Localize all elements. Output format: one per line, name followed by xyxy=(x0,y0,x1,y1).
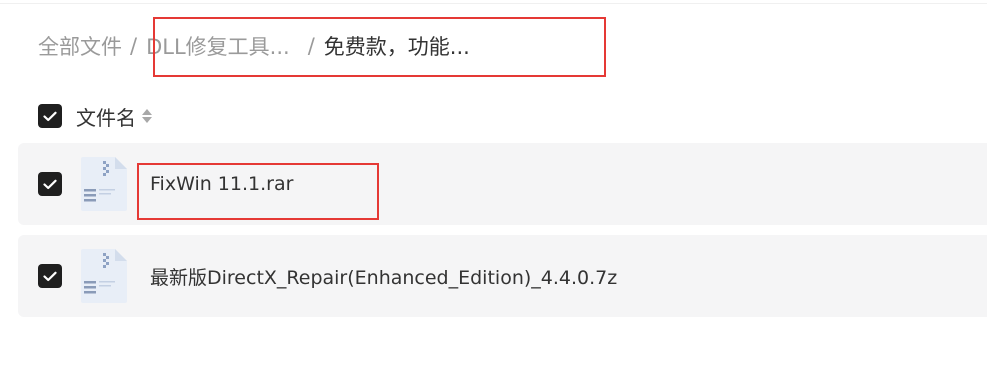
name-column-header[interactable]: 文件名 xyxy=(76,102,136,131)
file-checkbox[interactable] xyxy=(38,264,62,288)
checkmark-icon xyxy=(43,111,57,121)
checkmark-icon xyxy=(43,271,57,281)
file-name[interactable]: FixWin 11.1.rar xyxy=(150,173,293,195)
file-browser: 全部文件 / DLL修复工具... / 免费款，功能... 文件名 FixWin… xyxy=(0,0,987,383)
breadcrumb-root[interactable]: 全部文件 xyxy=(38,31,122,61)
archive-file-icon xyxy=(79,155,129,213)
file-checkbox[interactable] xyxy=(38,172,62,196)
top-divider xyxy=(0,3,987,4)
breadcrumb-separator: / xyxy=(307,34,315,58)
breadcrumb-current: 免费款，功能... xyxy=(323,35,470,59)
checkmark-icon xyxy=(43,179,57,189)
file-row[interactable]: 最新版DirectX_Repair(Enhanced_Edition)_4.4.… xyxy=(18,235,987,317)
archive-file-icon xyxy=(79,247,129,305)
breadcrumb-folder[interactable]: DLL修复工具... xyxy=(146,31,290,61)
select-all-checkbox[interactable] xyxy=(38,104,62,128)
file-list-header: 文件名 xyxy=(38,101,152,131)
sort-updown-icon[interactable] xyxy=(142,109,152,123)
breadcrumb-separator: / xyxy=(130,34,138,58)
breadcrumb: 全部文件 / DLL修复工具... / 免费款，功能... xyxy=(38,28,470,64)
file-name[interactable]: 最新版DirectX_Repair(Enhanced_Edition)_4.4.… xyxy=(150,263,617,290)
file-row[interactable]: FixWin 11.1.rar xyxy=(18,143,987,225)
